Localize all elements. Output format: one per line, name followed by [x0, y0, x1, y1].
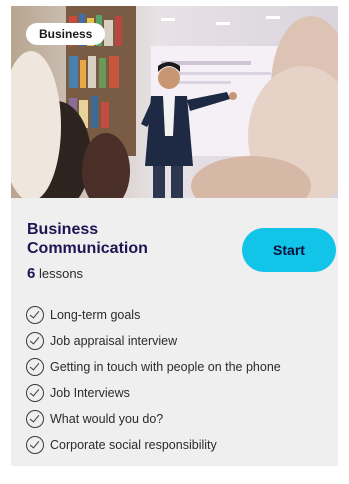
check-circle-icon: [26, 358, 44, 376]
lesson-title: What would you do?: [50, 412, 164, 426]
check-circle-icon: [26, 384, 44, 402]
check-circle-icon: [26, 436, 44, 454]
lesson-item: What would you do?: [26, 406, 281, 432]
lesson-title: Corporate social responsibility: [50, 438, 217, 452]
course-hero-image: Business: [11, 6, 338, 198]
course-title: Business Communication: [27, 221, 148, 257]
start-button[interactable]: Start: [242, 228, 336, 272]
lesson-item: Getting in touch with people on the phon…: [26, 354, 281, 380]
lesson-item: Long-term goals: [26, 302, 281, 328]
lesson-count-unit: lessons: [38, 266, 84, 281]
check-circle-icon: [26, 332, 44, 350]
lesson-title: Long-term goals: [50, 308, 141, 322]
lesson-item: Job Interviews: [26, 380, 281, 406]
check-circle-icon: [26, 306, 44, 324]
lesson-count: 6 lessons: [27, 265, 83, 282]
lesson-title: Job appraisal interview: [50, 334, 178, 348]
lesson-item: Corporate social responsibility: [26, 432, 281, 458]
course-card: Business Business Communication 6 lesson…: [11, 6, 338, 466]
check-circle-icon: [26, 410, 44, 428]
lesson-title: Getting in touch with people on the phon…: [50, 360, 281, 374]
lesson-list: Long-term goals Job appraisal interview …: [26, 302, 281, 458]
lesson-count-number: 6: [27, 265, 36, 282]
lesson-item: Job appraisal interview: [26, 328, 281, 354]
lesson-title: Job Interviews: [50, 386, 130, 400]
category-badge: Business: [26, 23, 106, 45]
